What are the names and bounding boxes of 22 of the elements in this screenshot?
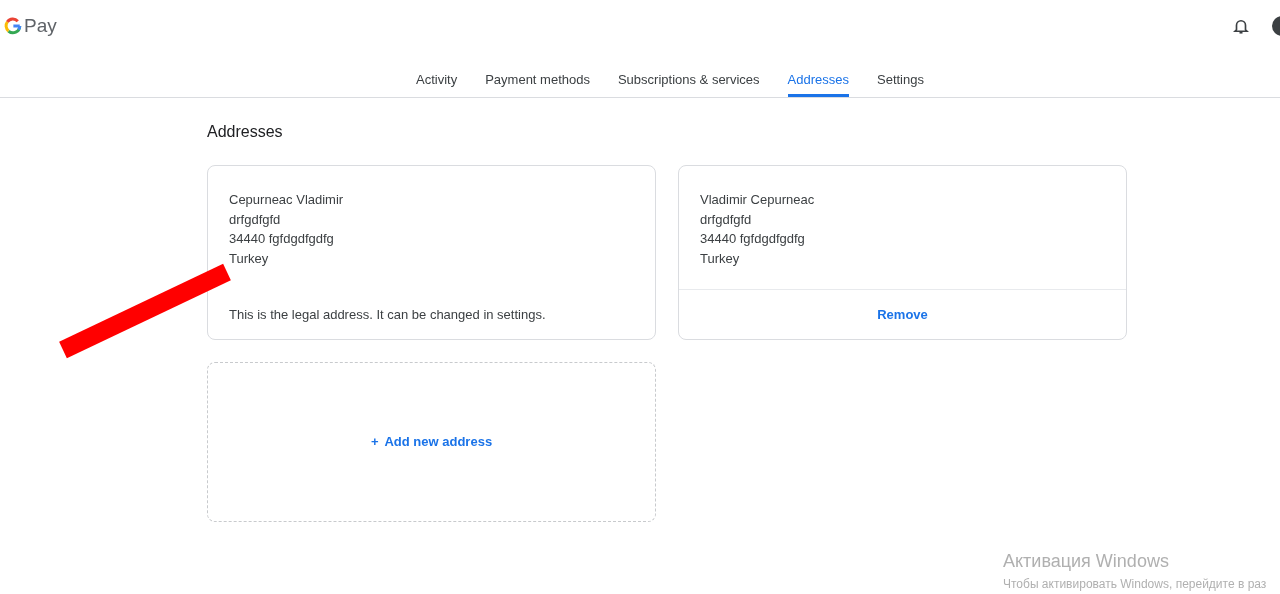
activation-text: Чтобы активировать Windows, перейдите в раз (1003, 576, 1267, 593)
address-line: Vladimir Cepurneac (700, 191, 816, 209)
address-line: 34440 fgfdgdfgdfg (229, 230, 335, 248)
nav-tab[interactable]: Payment methods (485, 51, 590, 97)
logo-icon (4, 17, 22, 35)
notification-bell-icon[interactable] (1232, 17, 1250, 35)
nav-tab[interactable]: Addresses (787, 51, 849, 97)
nav-tab[interactable]: Subscriptions & services (617, 51, 760, 97)
add-address-button[interactable]: + Add new address (207, 362, 656, 522)
activation-title: Активация Windows (1003, 550, 1170, 573)
address-line: Cepurneac Vladimir (229, 191, 345, 209)
address-line: drfgdfgfd (229, 210, 282, 229)
logo-text: Pay (24, 13, 57, 38)
address-line: Turkey (700, 249, 741, 268)
legal-address-note: This is the legal address. It can be changed in settings. (228, 305, 547, 324)
address-line: Turkey (229, 249, 270, 268)
nav-tab[interactable]: Activity (416, 51, 458, 97)
page-title: Addresses (207, 122, 284, 142)
address-line: drfgdfgfd (700, 210, 753, 229)
remove-button[interactable]: Remove (877, 304, 928, 325)
address-line: 34440 fgfdgdfgdfg (700, 230, 806, 248)
nav-tab[interactable]: Settings (877, 51, 924, 97)
